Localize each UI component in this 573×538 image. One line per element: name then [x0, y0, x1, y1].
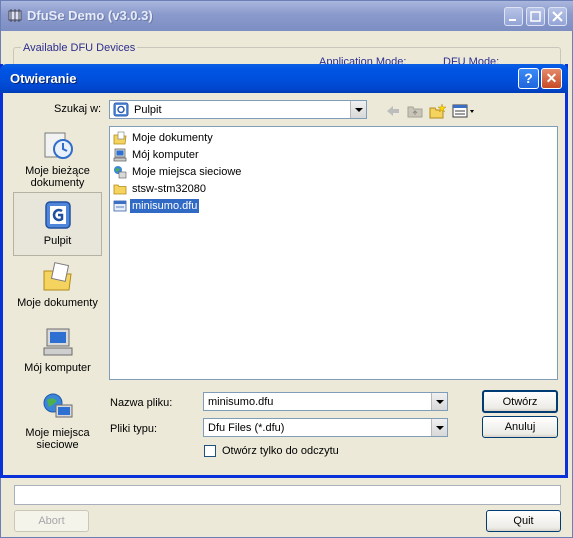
network-places-icon [114, 166, 127, 179]
new-folder-icon[interactable] [429, 103, 447, 119]
file-name: Moje dokumenty [132, 132, 213, 144]
place-network-places[interactable]: Moje miejsca sieciowe [13, 391, 102, 451]
minimize-button[interactable] [504, 7, 523, 26]
filetype-label: Pliki typu: [110, 423, 158, 435]
list-item[interactable]: Moje miejsca sieciowe [113, 164, 243, 180]
back-icon[interactable] [384, 103, 402, 119]
folder-icon [113, 184, 127, 195]
maximize-button[interactable] [526, 7, 545, 26]
app-close-button[interactable] [548, 7, 567, 26]
dfuse-title: DfuSe Demo (v3.0.3) [27, 8, 153, 23]
quit-button[interactable]: Quit [486, 510, 561, 532]
dfu-devices-label: Available DFU Devices [21, 42, 138, 54]
my-computer-icon [113, 148, 127, 162]
my-documents-icon [41, 261, 75, 293]
filename-value: minisumo.dfu [208, 396, 274, 408]
up-folder-icon[interactable] [406, 103, 424, 119]
desktop-icon [113, 102, 129, 117]
cancel-button[interactable]: Anuluj [482, 416, 558, 438]
recent-documents-icon [41, 129, 75, 161]
filename-input[interactable]: minisumo.dfu [203, 392, 448, 411]
filetype-value: Dfu Files (*.dfu) [208, 422, 285, 434]
dialog-close-button[interactable]: ✕ [541, 68, 562, 89]
abort-button[interactable]: Abort [14, 510, 89, 532]
chip-icon [8, 9, 22, 22]
close-icon [552, 11, 563, 22]
place-network-places-label: Moje miejsca sieciowe [25, 427, 90, 451]
place-recent-documents[interactable]: Moje bieżące dokumenty [13, 129, 102, 189]
list-item[interactable]: Moje dokumenty [113, 130, 215, 146]
view-menu-icon[interactable] [452, 103, 476, 119]
places-bar: Moje bieżące dokumenty Pulpit Moje dokum… [13, 123, 102, 463]
my-computer-icon [41, 326, 75, 358]
dialog-title: Otwieranie [10, 71, 77, 86]
place-my-documents-label: Moje dokumenty [17, 297, 98, 309]
help-button[interactable]: ? [518, 68, 539, 89]
desktop-icon [41, 199, 75, 231]
file-name: Moje miejsca sieciowe [132, 166, 242, 178]
dialog-titlebar: Otwieranie ? ✕ [0, 64, 568, 93]
filetype-select[interactable]: Dfu Files (*.dfu) [203, 418, 448, 437]
filename-label: Nazwa pliku: [110, 397, 173, 409]
place-recent-documents-label: Moje bieżące dokumenty [25, 165, 90, 189]
file-name: stsw-stm32080 [132, 183, 206, 195]
place-my-documents[interactable]: Moje dokumenty [13, 261, 102, 309]
place-my-computer-label: Mój komputer [24, 362, 91, 374]
readonly-label: Otwórz tylko do odczytu [222, 445, 339, 457]
look-in-value: Pulpit [134, 104, 162, 116]
progress-bar [14, 485, 561, 505]
dfu-file-icon [113, 200, 127, 212]
list-item[interactable]: stsw-stm32080 [113, 181, 208, 197]
filetype-dropdown-button[interactable] [431, 419, 447, 436]
list-item[interactable]: Mój komputer [113, 147, 201, 163]
my-documents-icon [113, 131, 127, 145]
place-my-computer[interactable]: Mój komputer [13, 326, 102, 374]
file-name: Mój komputer [132, 149, 199, 161]
file-name: minisumo.dfu [130, 199, 200, 213]
place-desktop-label: Pulpit [43, 235, 72, 247]
filename-dropdown-button[interactable] [431, 393, 447, 410]
list-item-selected[interactable]: minisumo.dfu [113, 198, 200, 214]
look-in-label: Szukaj w: [54, 103, 102, 115]
file-list[interactable]: Moje dokumenty Mój komputer Moje miejsca… [109, 126, 558, 380]
place-desktop[interactable]: Pulpit [13, 192, 102, 256]
look-in-dropdown-button[interactable] [350, 101, 366, 118]
dfuse-titlebar: DfuSe Demo (v3.0.3) [1, 1, 573, 31]
maximize-icon [530, 11, 541, 22]
readonly-checkbox[interactable] [204, 445, 216, 457]
open-button[interactable]: Otwórz [482, 390, 558, 413]
minimize-icon [509, 19, 516, 21]
network-places-icon [41, 391, 75, 423]
look-in-combo[interactable]: Pulpit [109, 100, 367, 119]
